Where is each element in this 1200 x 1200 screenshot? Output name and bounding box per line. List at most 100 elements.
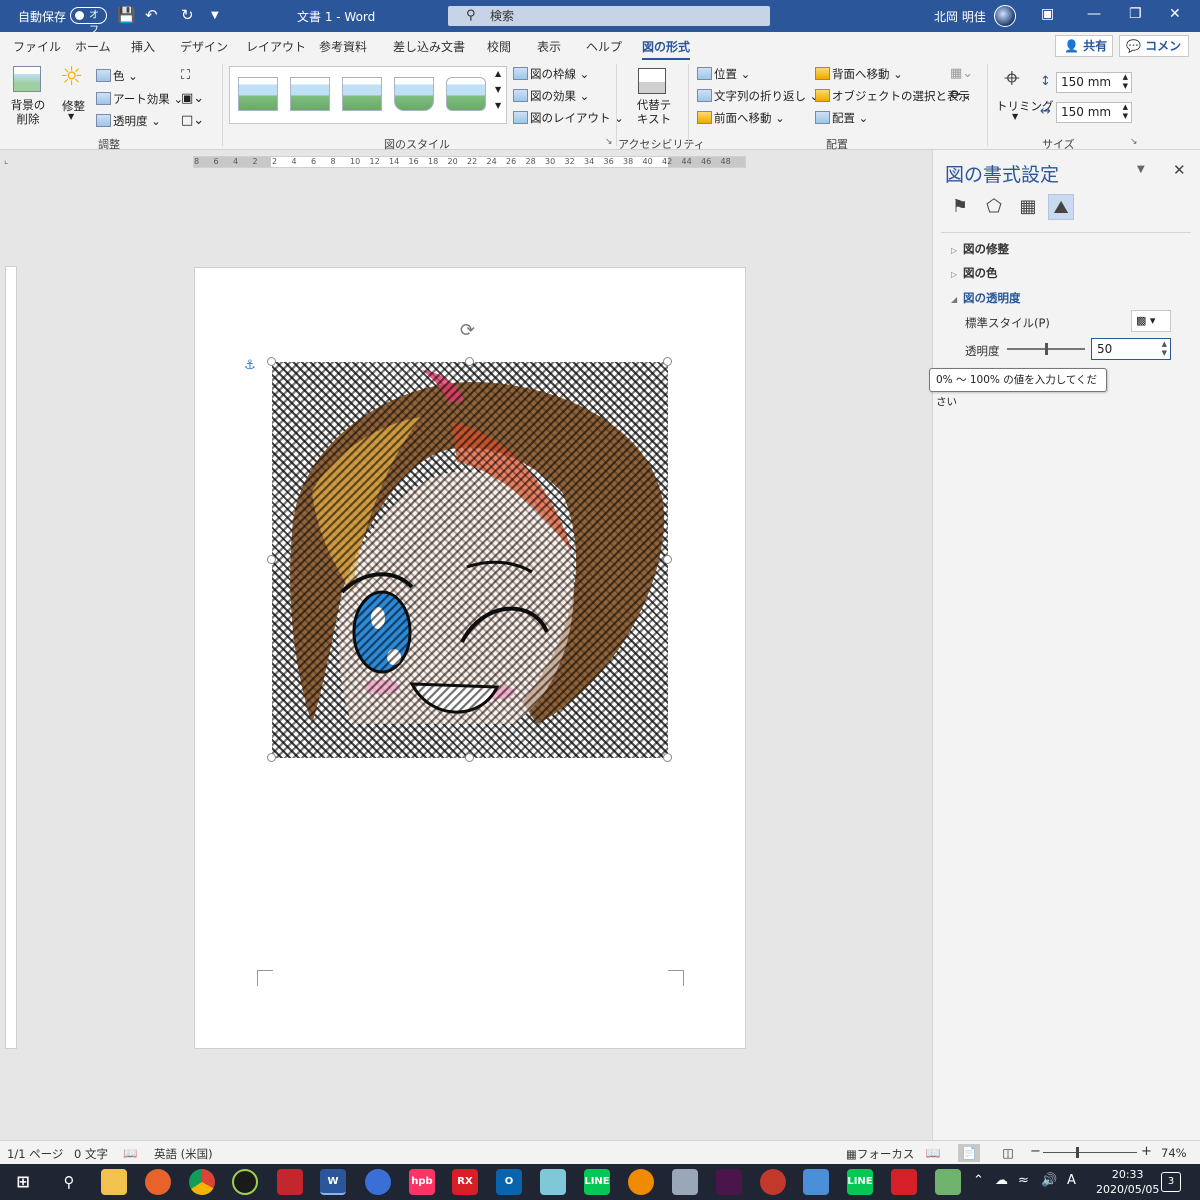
zoom-in-icon[interactable]: + (1141, 1144, 1152, 1159)
resize-handle[interactable] (465, 357, 474, 366)
tab-design[interactable]: デザイン (180, 38, 228, 55)
outlook-icon[interactable]: O (496, 1169, 522, 1195)
picture-border-button[interactable]: 図の枠線 ⌄ (513, 66, 589, 82)
clock[interactable]: 20:33 2020/05/05 (1096, 1167, 1159, 1197)
slack-icon[interactable] (716, 1169, 742, 1195)
zoom-slider[interactable] (1043, 1152, 1137, 1153)
undo-icon[interactable]: ↶ (145, 6, 158, 24)
page-count[interactable]: 1/1 ページ (7, 1146, 63, 1162)
app-icon[interactable] (365, 1169, 391, 1195)
selected-picture[interactable] (272, 362, 668, 758)
autosave-toggle[interactable]: オフ (70, 7, 107, 36)
fill-line-icon[interactable]: ⚑ (947, 194, 973, 220)
section-picture-corrections[interactable]: ▷ 図の修整 (951, 241, 1009, 257)
show-hidden-icons-icon[interactable]: ⌃ (973, 1173, 984, 1188)
tab-insert[interactable]: 挿入 (131, 38, 155, 55)
tab-references[interactable]: 参考資料 (319, 38, 367, 55)
picture-settings-icon[interactable]: ⛰ (1048, 194, 1074, 220)
resize-handle[interactable] (465, 753, 474, 762)
word-count[interactable]: 0 文字 (74, 1146, 108, 1162)
picture-effects-button[interactable]: 図の効果 ⌄ (513, 88, 589, 104)
vertical-ruler[interactable] (5, 266, 17, 1049)
windows-start-icon[interactable]: ⊞ (10, 1169, 36, 1195)
tab-file[interactable]: ファイル (13, 38, 61, 55)
style-thumbnail[interactable] (342, 77, 382, 111)
width-input[interactable]: 150 mm ▲ ▼ (1056, 102, 1132, 123)
wifi-icon[interactable]: ≈ (1018, 1173, 1029, 1188)
tab-selector-icon[interactable]: ⌞ (4, 156, 8, 166)
file-explorer-icon[interactable] (101, 1169, 127, 1195)
size-dialog-launcher-icon[interactable]: ↘ (1130, 137, 1138, 147)
change-picture-icon[interactable]: ▣⌄ (181, 91, 204, 106)
send-backward-button[interactable]: 背面へ移動 ⌄ (815, 66, 903, 82)
app-icon[interactable] (935, 1169, 961, 1195)
picture-layout-button[interactable]: 図のレイアウト ⌄ (513, 110, 624, 126)
notification-center-icon[interactable]: 3 (1161, 1172, 1181, 1192)
transparency-input[interactable]: 50 ▲ ▼ (1091, 338, 1171, 360)
language-status[interactable]: 英語 (米国) (154, 1146, 213, 1162)
gallery-scroll-icons[interactable]: ▲ ▼ ▼ (495, 66, 501, 114)
chrome-icon[interactable] (189, 1169, 215, 1195)
color-button[interactable]: 色 ⌄ (96, 68, 138, 84)
print-layout-icon[interactable]: 📄 (958, 1144, 980, 1162)
preset-dropdown[interactable]: ▩ ▾ (1131, 310, 1171, 332)
anchor-icon[interactable]: ⚓ (244, 358, 256, 373)
zoom-out-icon[interactable]: − (1030, 1144, 1041, 1159)
transparency-spinner-icon[interactable]: ▲ ▼ (1162, 340, 1167, 358)
redo-icon[interactable]: ↻ (181, 6, 194, 24)
rotate-objects-icon[interactable]: ⟳⌄ (950, 88, 972, 103)
transparency-slider-thumb[interactable] (1045, 343, 1048, 355)
resize-handle[interactable] (267, 357, 276, 366)
tab-help[interactable]: ヘルプ (586, 38, 622, 55)
app-icon[interactable] (540, 1169, 566, 1195)
tab-layout[interactable]: レイアウト (246, 38, 306, 55)
height-input[interactable]: 150 mm ▲ ▼ (1056, 72, 1132, 93)
compress-pictures-icon[interactable]: ⛶ (181, 68, 190, 83)
height-spinner-icon[interactable]: ▲ ▼ (1123, 73, 1128, 91)
art-effects-button[interactable]: アート効果 ⌄ (96, 91, 183, 107)
minimize-icon[interactable]: — (1087, 6, 1101, 22)
line-icon[interactable]: LINE (584, 1169, 610, 1195)
proofing-icon[interactable]: 📖 (123, 1146, 137, 1160)
ribbon-display-icon[interactable]: ▣ (1041, 6, 1054, 22)
read-mode-icon[interactable]: 📖 (922, 1144, 944, 1162)
save-icon[interactable]: 💾 (117, 6, 136, 24)
horizontal-ruler[interactable]: 8 6 4 2 2 4 6 8 10 12 14 16 18 20 22 24 26 28 30 32 34 36 38 40… (193, 156, 746, 168)
crop-dropdown-icon[interactable]: ▼ (1012, 112, 1018, 121)
style-thumbnail[interactable] (290, 77, 330, 111)
onedrive-icon[interactable]: ☁ (995, 1173, 1008, 1188)
share-button[interactable]: 👤 共有 (1055, 35, 1113, 57)
tab-picture-format[interactable]: 図の形式 (642, 38, 691, 61)
restore-icon[interactable]: ❐ (1129, 6, 1142, 22)
style-thumbnail[interactable] (394, 77, 434, 111)
photos-icon[interactable] (803, 1169, 829, 1195)
selection-pane-button[interactable]: オブジェクトの選択と表示 (815, 88, 970, 104)
focus-mode-button[interactable]: ▦フォーカス (846, 1146, 914, 1162)
transparency-button[interactable]: 透明度 ⌄ (96, 113, 161, 129)
app-icon[interactable] (277, 1169, 303, 1195)
pane-options-icon[interactable]: ▼ (1137, 164, 1145, 175)
remove-background-button[interactable]: 背景の削除 (10, 98, 46, 126)
resize-handle[interactable] (663, 357, 672, 366)
tab-mailings[interactable]: 差し込み文書 (393, 38, 465, 55)
width-spinner-icon[interactable]: ▲ ▼ (1123, 103, 1128, 121)
layout-properties-icon[interactable]: ▦ (1015, 194, 1041, 220)
bring-forward-button[interactable]: 前面へ移動 ⌄ (697, 110, 785, 126)
customize-qat-icon[interactable]: ▼ (211, 10, 219, 21)
web-layout-icon[interactable]: ◫ (997, 1144, 1019, 1162)
section-picture-color[interactable]: ▷ 図の色 (951, 265, 998, 281)
avatar[interactable] (994, 5, 1016, 27)
app-icon[interactable] (232, 1169, 258, 1195)
volume-icon[interactable]: 🔊 (1041, 1173, 1057, 1188)
wrap-text-button[interactable]: 文字列の折り返し ⌄ (697, 88, 819, 104)
group-objects-icon[interactable]: ▦⌄ (950, 66, 973, 81)
zoom-slider-thumb[interactable] (1076, 1147, 1079, 1158)
user-name[interactable]: 北岡 明佳 (934, 8, 986, 25)
align-button[interactable]: 配置 ⌄ (815, 110, 868, 126)
ime-indicator[interactable]: A (1067, 1173, 1076, 1188)
style-thumbnail[interactable] (238, 77, 278, 111)
taskbar-search-icon[interactable]: ⚲ (56, 1169, 82, 1195)
section-picture-transparency[interactable]: ◢ 図の透明度 (951, 290, 1021, 306)
resize-handle[interactable] (267, 753, 276, 762)
reset-picture-icon[interactable]: □⌄ (181, 113, 204, 128)
